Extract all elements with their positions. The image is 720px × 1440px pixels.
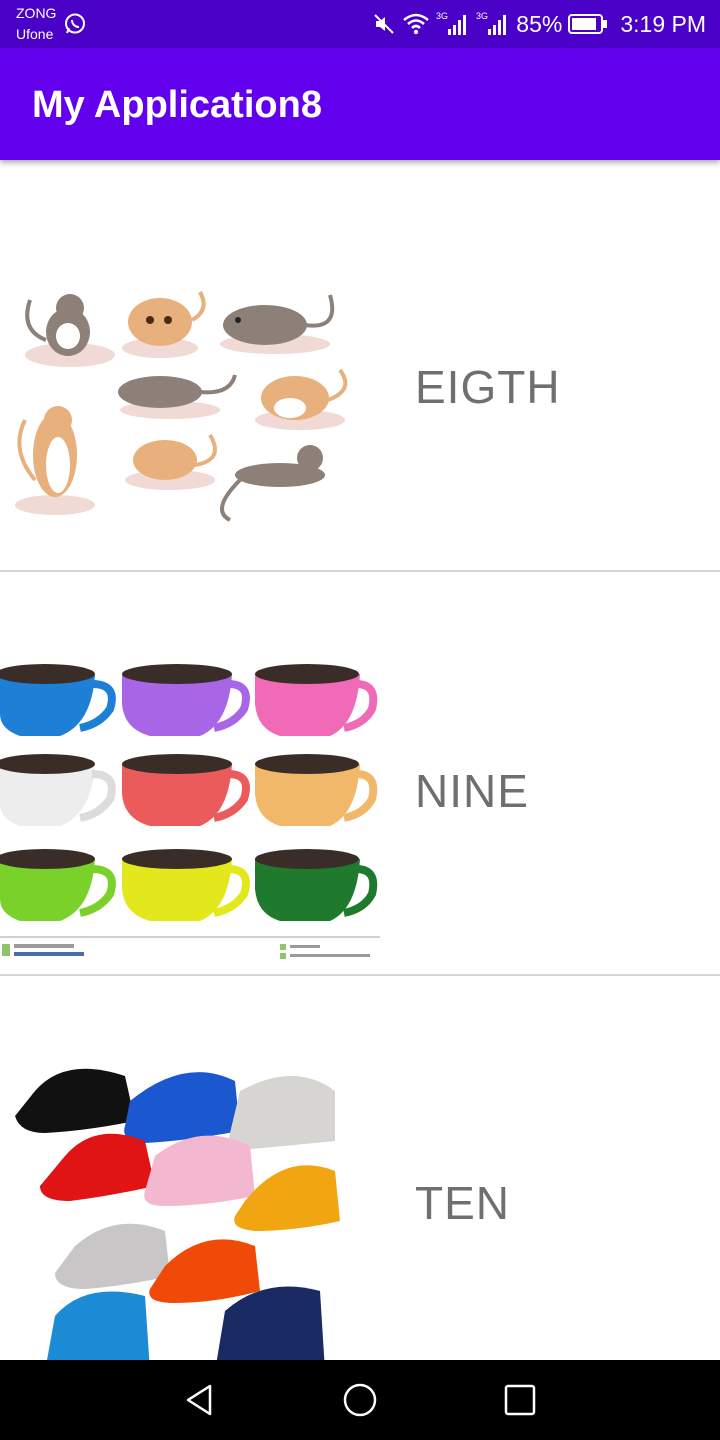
cups-image (0, 664, 380, 959)
carrier-name-primary: ZONG (16, 5, 57, 21)
caps-image (15, 1068, 340, 1360)
battery-icon (568, 14, 608, 34)
navigation-bar (0, 1360, 720, 1440)
whatsapp-icon (65, 13, 85, 34)
recents-icon[interactable] (500, 1380, 540, 1420)
list-item-label: NINE (415, 765, 529, 817)
list-item[interactable]: EIGTH (0, 160, 720, 572)
clock: 3:19 PM (620, 10, 706, 37)
list-item[interactable]: NINE (0, 564, 720, 976)
mute-icon (374, 14, 395, 34)
signal-3g-icon: 3G (476, 11, 507, 35)
svg-text:3G: 3G (476, 11, 488, 21)
item-list[interactable]: EIGTH NINE TEN (0, 160, 720, 1360)
svg-text:3G: 3G (436, 11, 448, 21)
signal-3g-icon: 3G (436, 11, 467, 35)
wifi-icon (403, 13, 430, 35)
status-bar: ZONG Ufone 3G 3G 85% 3:19 PM (0, 0, 720, 48)
app-bar: My Application8 (0, 48, 720, 160)
back-icon[interactable] (180, 1380, 220, 1420)
list-item-label: TEN (415, 1177, 510, 1229)
status-icons: 3G 3G 85% 3:19 PM (372, 8, 706, 40)
home-icon[interactable] (340, 1380, 380, 1420)
battery-percentage: 85% (516, 10, 563, 37)
page-title: My Application8 (32, 84, 322, 126)
carrier-name-secondary: Ufone (16, 26, 54, 42)
gerbils-image (15, 291, 348, 522)
list-item[interactable]: TEN (0, 976, 720, 1360)
list-item-label: EIGTH (415, 361, 561, 413)
